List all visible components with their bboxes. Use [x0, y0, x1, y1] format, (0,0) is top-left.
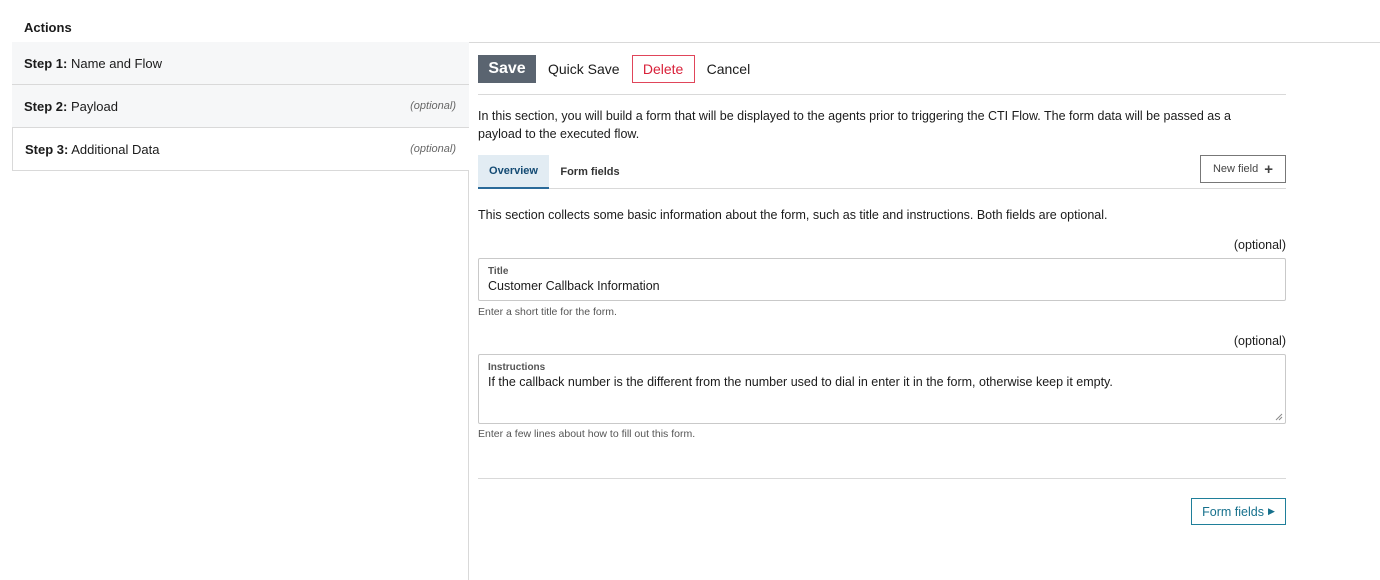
instructions-help-text: Enter a few lines about how to fill out … — [478, 428, 696, 440]
instructions-optional-label: (optional) — [1233, 334, 1286, 348]
step-label: Payload — [70, 98, 118, 114]
section-intro: In this section, you will build a form t… — [478, 109, 1231, 141]
new-field-button[interactable]: New field + — [1200, 155, 1286, 183]
title-help-text: Enter a short title for the form. — [478, 306, 617, 318]
next-button-label: Form fields — [1202, 504, 1264, 519]
overview-description: This section collects some basic informa… — [478, 208, 1108, 222]
step-payload[interactable]: Step 2: Payload (optional) — [12, 85, 469, 128]
tab-overview[interactable]: Overview — [478, 155, 549, 189]
caret-right-icon: ▶ — [1267, 506, 1275, 516]
step-optional-tag: (optional) — [410, 143, 456, 155]
title-optional-label: (optional) — [1233, 238, 1286, 252]
cancel-button[interactable]: Cancel — [707, 61, 751, 77]
tab-bar: Overview Form fields New field + — [478, 155, 1286, 189]
title-field[interactable]: Title Customer Callback Information — [478, 258, 1286, 301]
title-input[interactable]: Customer Callback Information — [488, 279, 1276, 293]
footer-divider — [478, 478, 1286, 479]
tab-form-fields[interactable]: Form fields — [560, 155, 620, 188]
step-title: Step 1: Name and Flow — [24, 56, 162, 71]
plus-icon: + — [1264, 160, 1273, 178]
step-title: Step 2: Payload — [24, 99, 118, 114]
steps-sidebar: Step 1: Name and Flow Step 2: Payload (o… — [12, 42, 469, 171]
quick-save-button[interactable]: Quick Save — [548, 61, 620, 77]
instructions-field[interactable]: Instructions If the callback number is t… — [478, 354, 1286, 424]
actions-heading: Actions — [24, 20, 72, 35]
new-field-label: New field — [1212, 163, 1259, 175]
delete-button[interactable]: Delete — [631, 55, 695, 83]
form-fields-next-button[interactable]: Form fields ▶ — [1191, 498, 1286, 525]
step-number: Step 2: — [24, 98, 68, 114]
step-name-and-flow[interactable]: Step 1: Name and Flow — [12, 42, 469, 85]
step-label: Name and Flow — [70, 55, 163, 71]
step-optional-tag: (optional) — [410, 100, 456, 112]
step-number: Step 3: — [25, 141, 69, 157]
step-title: Step 3: Additional Data — [25, 142, 159, 157]
action-toolbar: Save Quick Save Delete Cancel — [478, 55, 750, 83]
step-label: Additional Data — [71, 141, 160, 157]
step-number: Step 1: — [24, 55, 68, 71]
step-additional-data[interactable]: Step 3: Additional Data (optional) — [12, 128, 469, 171]
save-button[interactable]: Save — [478, 55, 536, 83]
instructions-textarea[interactable]: If the callback number is the different … — [488, 375, 1276, 389]
toolbar-divider — [478, 94, 1286, 95]
title-field-label: Title — [488, 266, 509, 277]
resize-handle-icon[interactable] — [1275, 413, 1283, 421]
instructions-field-label: Instructions — [488, 362, 546, 373]
